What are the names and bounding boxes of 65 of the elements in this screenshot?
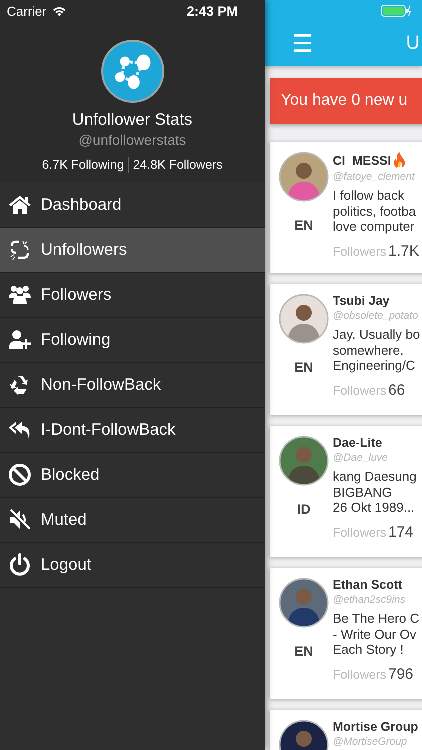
profile-name: Unfollower Stats [72, 111, 193, 130]
bio-line: Engineering/C [333, 358, 416, 374]
language-code: EN [294, 360, 314, 375]
muted-icon [8, 508, 32, 532]
menu-item[interactable]: Following [0, 318, 265, 363]
menu-item[interactable]: I-Dont-FollowBack [0, 408, 265, 453]
language-code: EN [294, 218, 314, 233]
user-name: Cl_MESSI [333, 154, 392, 168]
power-icon [8, 553, 32, 577]
broken-link-icon [8, 238, 32, 262]
followers-number: 66 [388, 382, 406, 398]
blocked-icon [8, 463, 32, 487]
bio-line: BIGBANG [333, 484, 394, 500]
home-icon [8, 193, 32, 217]
bio-line: Jay. Usually bo [333, 327, 420, 342]
bio-line: kang Daesung [333, 469, 417, 484]
menu-item[interactable]: Followers [0, 273, 265, 318]
bio-line: Each Story ! [333, 642, 405, 658]
menu-item[interactable]: Muted [0, 498, 265, 543]
user-card[interactable]: EN Tsubi Jay @obsolete_potato Jay. Usually bo somewhere. Engineering/C Followers 66 [270, 284, 422, 415]
language-code: ID [297, 502, 311, 517]
carrier-label: Carrier [7, 4, 47, 18]
bio-line: politics, footba [333, 204, 418, 219]
user-card[interactable]: EN Cl_MESSI @fatoye_clement I follow back politics, footba love computer Followers 1.7K [270, 142, 422, 273]
bio-line: I follow back [333, 188, 406, 204]
notice-text: You have 0 new u [281, 92, 408, 110]
user-handle: @fatoye_clement [333, 171, 416, 183]
user-name: Dae-Lite [333, 436, 382, 450]
battery-icon [381, 5, 411, 17]
menu-item[interactable]: Blocked [0, 453, 265, 498]
bio-line: 26 Okt 1989... [333, 500, 416, 516]
user-card[interactable]: ID Dae-Lite @Dae_luve kang Daesung BIGBANG 26 Okt 1989... Followers 174 [270, 426, 422, 557]
user-card[interactable]: EN Ethan Scott @ethan2sc9ins Be The Hero C - Write Our Ov Each Story ! Followers 796 [270, 568, 422, 699]
following-count: 6.7K Following [42, 158, 124, 172]
followers-label: Followers [333, 526, 386, 540]
profile-handle: @unfollowerstats [78, 132, 186, 148]
user-name: Ethan Scott [333, 578, 402, 592]
followers-number: 174 [388, 524, 414, 540]
user-handle: @MortiseGroup [333, 736, 408, 748]
app-logo-icon [100, 40, 164, 103]
screen-title: U [406, 33, 421, 55]
bio-line: love computer [333, 219, 416, 234]
bio-line: somewhere. [333, 342, 405, 358]
wifi-icon [52, 6, 67, 16]
followers-label: Followers [333, 244, 386, 258]
user-name: Mortise Group [333, 720, 418, 734]
user-name: Tsubi Jay [333, 294, 390, 308]
bio-line: Be The Hero C [333, 611, 420, 626]
followers-number: 1.7K [388, 242, 420, 260]
followers-label: Followers [333, 384, 386, 398]
user-handle: @obsolete_potato [333, 310, 420, 322]
menu-item[interactable]: Logout [0, 543, 265, 588]
language-code: EN [294, 644, 314, 659]
user-card[interactable]: Mortise Group @MortiseGroup [270, 710, 422, 750]
followers-count: 24.8K Followers [133, 158, 223, 172]
users-icon [8, 283, 32, 307]
followers-label: Followers [333, 668, 386, 682]
menu-item[interactable]: Non-FollowBack [0, 363, 265, 408]
clock-time: 2:43 PM [186, 4, 238, 18]
user-handle: @Dae_luve [333, 452, 390, 464]
menu-item[interactable]: Unfollowers [0, 228, 265, 273]
user-plus-icon [8, 328, 32, 352]
followers-number: 796 [388, 666, 414, 682]
bio-line: - Write Our Ov [333, 626, 418, 642]
user-handle: @ethan2sc9ins [333, 594, 407, 606]
